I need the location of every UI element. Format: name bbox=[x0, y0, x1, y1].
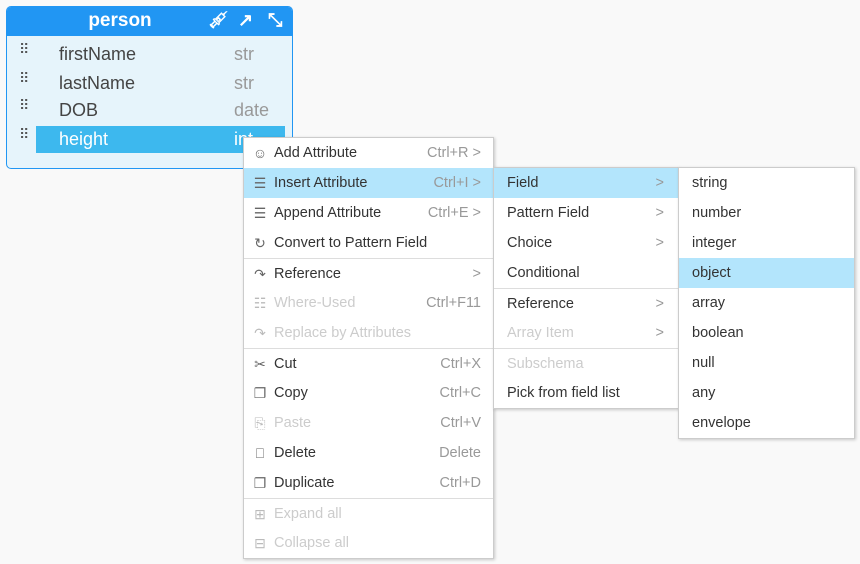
menu-item: ☷ Where-Used Ctrl+F11 bbox=[244, 288, 493, 318]
expand-all-icon: ⊞ bbox=[254, 506, 266, 522]
menu-item[interactable]: ❐ Copy Ctrl+C bbox=[244, 378, 493, 408]
type-option-object[interactable]: object bbox=[679, 258, 854, 288]
menu-item[interactable]: ☰ Append Attribute Ctrl+E > bbox=[244, 198, 493, 228]
copy-icon: ❐ bbox=[253, 385, 267, 401]
submenu-item[interactable]: Reference > bbox=[494, 288, 678, 318]
duplicate-icon: ❐ bbox=[253, 475, 267, 491]
menu-item[interactable]: ❐ Duplicate Ctrl+D bbox=[244, 468, 493, 498]
menu-item[interactable]: ↻ Convert to Pattern Field bbox=[244, 228, 493, 258]
drag-handle-icon[interactable]: ⠿ bbox=[19, 71, 31, 85]
attribute-row[interactable]: ⠿ lastName str bbox=[7, 70, 292, 97]
type-option-number[interactable]: number bbox=[679, 198, 854, 228]
scissors-icon: ✂ bbox=[254, 356, 266, 372]
menu-item[interactable]: ☰ Insert Attribute Ctrl+I > bbox=[244, 168, 493, 198]
where-used-icon: ☷ bbox=[253, 295, 267, 311]
type-option-string[interactable]: string bbox=[679, 168, 854, 198]
append-list-icon: ☰ bbox=[253, 205, 267, 221]
type-option-boolean[interactable]: boolean bbox=[679, 318, 854, 348]
type-option-integer[interactable]: integer bbox=[679, 228, 854, 258]
trash-icon: ⎕ bbox=[255, 445, 265, 461]
paste-icon: ⎘ bbox=[254, 415, 266, 431]
submenu-item: Array Item > bbox=[494, 318, 678, 348]
insert-list-icon: ☰ bbox=[253, 175, 267, 191]
menu-item[interactable]: ✂ Cut Ctrl+X bbox=[244, 348, 493, 378]
submenu-item[interactable]: Conditional bbox=[494, 258, 678, 288]
submenu-item[interactable]: Field > bbox=[494, 168, 678, 198]
menu-item: ⊞ Expand all bbox=[244, 498, 493, 528]
type-option-any[interactable]: any bbox=[679, 378, 854, 408]
menu-item: ⊟ Collapse all bbox=[244, 528, 493, 558]
drag-handle-icon[interactable]: ⠿ bbox=[19, 42, 31, 56]
type-option-envelope[interactable]: envelope bbox=[679, 408, 854, 438]
add-user-icon: ☺ bbox=[252, 145, 268, 161]
replace-arrow-icon: ↷ bbox=[254, 325, 266, 341]
chevron-right-icon: > bbox=[655, 296, 664, 312]
attribute-row[interactable]: ⠿ firstName str bbox=[7, 41, 292, 68]
menu-item: ⎘ Paste Ctrl+V bbox=[244, 408, 493, 438]
menu-item[interactable]: ↷ Reference > bbox=[244, 258, 493, 288]
collapse-all-icon: ⊟ bbox=[254, 535, 266, 551]
convert-icon: ↻ bbox=[254, 235, 266, 251]
chevron-right-icon: > bbox=[655, 205, 664, 221]
insert-attribute-submenu: Field > Pattern Field > Choice > Conditional Re… bbox=[493, 167, 679, 409]
submenu-item[interactable]: Pattern Field > bbox=[494, 198, 678, 228]
menu-item[interactable]: ☺ Add Attribute Ctrl+R > bbox=[244, 138, 493, 168]
context-menu: ☺ Add Attribute Ctrl+R > ☰ Insert Attribute C… bbox=[243, 137, 494, 559]
field-type-submenu: string number integer object array boolean nul… bbox=[678, 167, 855, 439]
type-option-null[interactable]: null bbox=[679, 348, 854, 378]
attribute-row[interactable]: ⠿ DOB date bbox=[7, 97, 292, 124]
submenu-item[interactable]: Pick from field list bbox=[494, 378, 678, 408]
entity-title: person bbox=[88, 10, 152, 31]
menu-item: ↷ Replace by Attributes bbox=[244, 318, 493, 348]
chevron-right-icon: > bbox=[655, 235, 664, 251]
submenu-item: Subschema bbox=[494, 348, 678, 378]
menu-item[interactable]: ⎕ Delete Delete bbox=[244, 438, 493, 468]
drag-handle-icon[interactable]: ⠿ bbox=[19, 127, 31, 141]
chevron-right-icon: > bbox=[655, 175, 664, 191]
drag-handle-icon[interactable]: ⠿ bbox=[19, 98, 31, 112]
open-external-icon[interactable]: ↗︎ bbox=[238, 10, 253, 31]
entity-header[interactable]: person 💉︎ ↗︎ ⤡ bbox=[7, 7, 292, 36]
submenu-item[interactable]: Choice > bbox=[494, 228, 678, 258]
expand-icon[interactable]: ⤡ bbox=[268, 10, 282, 31]
eyedropper-icon[interactable]: 💉︎ bbox=[207, 10, 230, 31]
chevron-right-icon: > bbox=[655, 325, 664, 341]
reference-arrow-icon: ↷ bbox=[254, 266, 266, 282]
type-option-array[interactable]: array bbox=[679, 288, 854, 318]
